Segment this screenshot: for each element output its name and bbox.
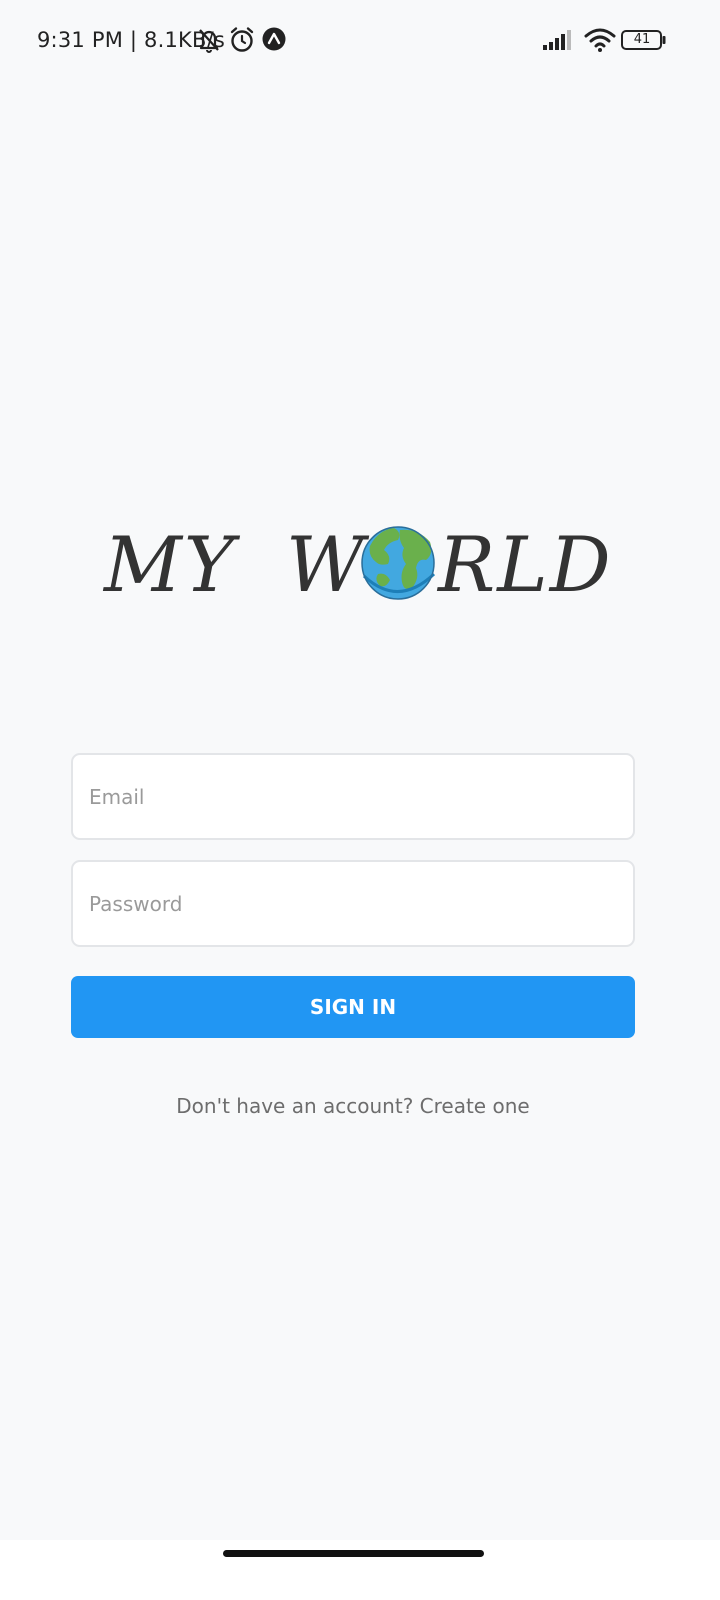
- signal-icon: [543, 30, 571, 50]
- logo-text-my: MY: [102, 520, 241, 609]
- sign-in-button[interactable]: SIGN IN: [71, 976, 635, 1038]
- alarm-icon: [230, 27, 254, 52]
- earth-globe-icon: [361, 526, 436, 600]
- password-field[interactable]: [71, 860, 635, 947]
- email-field[interactable]: [71, 753, 635, 840]
- app-logo: MY W RLD: [102, 520, 613, 609]
- home-indicator[interactable]: [223, 1550, 484, 1557]
- bell-off-icon: [199, 29, 219, 53]
- battery-level: 41: [633, 32, 651, 47]
- create-account-link[interactable]: Don't have an account? Create one: [0, 1094, 706, 1118]
- status-bar: 9:31 PM | 8.1KB/s 41: [0, 0, 720, 80]
- logo-text-w: W: [286, 520, 370, 609]
- logo-text-rld: RLD: [436, 520, 613, 609]
- wifi-icon: [584, 28, 616, 52]
- a-icon: [262, 27, 286, 51]
- navigation-bar: [0, 1540, 720, 1600]
